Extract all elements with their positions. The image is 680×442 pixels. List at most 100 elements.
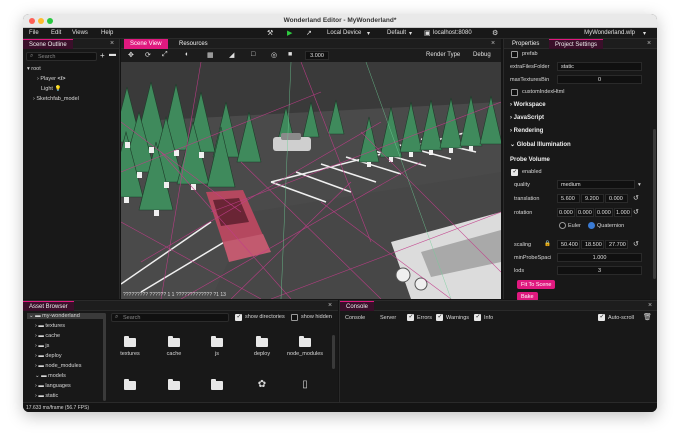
- render-type-select[interactable]: Render Type: [426, 52, 460, 58]
- translation-z-input[interactable]: 0.000: [605, 194, 628, 203]
- remove-object-icon[interactable]: ▬: [109, 51, 116, 58]
- properties-scrollbar[interactable]: [653, 129, 656, 279]
- add-object-icon[interactable]: +: [100, 51, 105, 60]
- zoom-input[interactable]: 3.000: [305, 51, 329, 60]
- asset-search-input[interactable]: ⌕ Search: [111, 313, 229, 322]
- max-textures-input[interactable]: 0: [557, 75, 642, 84]
- camera-view-icon[interactable]: ◎: [271, 51, 277, 59]
- trash-icon[interactable]: 🗑: [643, 313, 652, 321]
- open-external-icon[interactable]: ↗: [306, 29, 312, 37]
- close-icon[interactable]: ×: [491, 40, 495, 47]
- play-icon[interactable]: ▶: [287, 29, 292, 37]
- device-chevron-icon[interactable]: ▾: [367, 30, 370, 37]
- asset-tree-scrollbar[interactable]: [103, 313, 106, 401]
- asset-folder-cache[interactable]: cache: [154, 336, 194, 357]
- globe-icon[interactable]: ◐: [185, 51, 189, 58]
- info-checkbox[interactable]: [474, 313, 481, 321]
- console-subtab-server[interactable]: Server: [380, 315, 396, 321]
- min-probe-spacing-input[interactable]: 1.000: [557, 253, 642, 262]
- quality-chevron-icon[interactable]: ▾: [638, 182, 641, 188]
- fit-to-scene-button[interactable]: Fit To Scene: [517, 280, 556, 289]
- translation-y-input[interactable]: 9.200: [581, 194, 604, 203]
- scaling-z-input[interactable]: 27.700: [605, 240, 628, 249]
- rotation-y-input[interactable]: 0.000: [576, 208, 594, 217]
- tab-scene-outline[interactable]: Scene Outline: [23, 39, 73, 49]
- show-directories-checkbox[interactable]: [235, 313, 242, 321]
- tab-console[interactable]: Console: [340, 301, 375, 311]
- menu-views[interactable]: Views: [72, 30, 88, 36]
- tab-asset-browser[interactable]: Asset Browser: [23, 301, 74, 311]
- project-chevron-icon[interactable]: ▾: [643, 30, 646, 37]
- tab-scene-view[interactable]: Scene View: [124, 39, 168, 49]
- asset-tree-js[interactable]: › ▬ js: [35, 343, 49, 349]
- section-rendering[interactable]: › Rendering: [510, 128, 543, 134]
- close-icon[interactable]: ×: [328, 302, 332, 309]
- section-javascript[interactable]: › JavaScript: [510, 115, 544, 121]
- asset-tree-node-modules[interactable]: › ▬ node_modules: [35, 363, 82, 369]
- reset-rotation-icon[interactable]: ↺: [633, 208, 639, 216]
- menu-help[interactable]: Help: [101, 30, 113, 36]
- asset-folder-deploy[interactable]: deploy: [242, 336, 282, 357]
- asset-grid-scrollbar[interactable]: [332, 335, 335, 369]
- tree-item-sketchfab-model[interactable]: › Sketchfab_model: [33, 96, 79, 102]
- asset-file-item[interactable]: ✿: [242, 379, 282, 390]
- snap-icon[interactable]: ◢: [229, 51, 234, 59]
- tab-properties[interactable]: Properties: [506, 39, 545, 49]
- close-icon[interactable]: ×: [647, 40, 651, 47]
- device-select[interactable]: Local Device: [327, 30, 361, 36]
- errors-checkbox[interactable]: [407, 313, 414, 321]
- tree-item-light[interactable]: Light 💡: [41, 86, 61, 92]
- console-subtab-console[interactable]: Console: [345, 315, 365, 321]
- menu-edit[interactable]: Edit: [51, 30, 61, 36]
- rotate-tool-icon[interactable]: ⟳: [145, 51, 151, 59]
- extra-files-folder-input[interactable]: static: [557, 62, 642, 71]
- build-hammer-icon[interactable]: ⚒: [267, 29, 273, 37]
- settings-gear-icon[interactable]: ⚙: [492, 29, 498, 37]
- asset-folder-node-modules[interactable]: node_modules: [285, 336, 325, 357]
- euler-radio[interactable]: [559, 222, 566, 229]
- scaling-y-input[interactable]: 18.500: [581, 240, 604, 249]
- asset-folder-js[interactable]: js: [197, 336, 237, 357]
- video-camera-icon[interactable]: ■: [288, 51, 292, 58]
- tab-project-settings[interactable]: Project Settings: [549, 39, 604, 49]
- rotation-w-input[interactable]: 1.000: [614, 208, 632, 217]
- probe-enabled-checkbox[interactable]: [511, 168, 518, 176]
- custom-index-checkbox[interactable]: [511, 89, 518, 96]
- warnings-checkbox[interactable]: [436, 313, 443, 321]
- asset-folder-item[interactable]: [154, 379, 194, 394]
- asset-tree-models[interactable]: ⌄ ▬ models: [35, 373, 66, 379]
- reset-scaling-icon[interactable]: ↺: [633, 240, 639, 248]
- reset-translation-icon[interactable]: ↺: [633, 194, 639, 202]
- translation-x-input[interactable]: 5.600: [557, 194, 580, 203]
- preset-chevron-icon[interactable]: ▾: [409, 30, 412, 37]
- section-global-illumination[interactable]: ⌄ Global Illumination: [510, 141, 571, 148]
- debug-toggle[interactable]: Debug: [473, 52, 491, 58]
- asset-tree-textures[interactable]: › ▬ textures: [35, 323, 65, 329]
- scene-search-input[interactable]: ⌕ Search: [26, 52, 97, 61]
- move-tool-icon[interactable]: ✥: [128, 51, 134, 59]
- asset-tree-languages[interactable]: › ▬ languages: [35, 383, 71, 389]
- asset-folder-textures[interactable]: textures: [110, 336, 150, 357]
- asset-folder-item[interactable]: [110, 379, 150, 394]
- lock-icon[interactable]: 🔒: [544, 241, 551, 247]
- close-icon[interactable]: ×: [648, 302, 652, 309]
- frame-icon[interactable]: □: [251, 51, 255, 58]
- tree-item-player[interactable]: › Player </>: [37, 76, 65, 82]
- rotation-x-input[interactable]: 0.000: [557, 208, 575, 217]
- scene-viewport-canvas[interactable]: ????????? ?????? 1 1 ????????????? ?1 13: [121, 62, 501, 299]
- prefab-checkbox[interactable]: [511, 51, 518, 58]
- asset-file-item[interactable]: ▯: [285, 379, 325, 390]
- quality-select[interactable]: medium: [557, 180, 635, 189]
- scaling-x-input[interactable]: 50.400: [557, 240, 580, 249]
- autoscroll-checkbox[interactable]: [598, 313, 605, 321]
- grid-icon[interactable]: ▦: [207, 51, 214, 59]
- section-workspace[interactable]: › Workspace: [510, 102, 546, 108]
- quaternion-radio[interactable]: [588, 222, 595, 229]
- asset-tree-cache[interactable]: › ▬ cache: [35, 333, 60, 339]
- tree-item-root[interactable]: ▾ root: [27, 66, 41, 72]
- close-icon[interactable]: ×: [110, 40, 114, 47]
- asset-tree-static[interactable]: › ▬ static: [35, 393, 58, 399]
- asset-folder-item[interactable]: [197, 379, 237, 394]
- server-address[interactable]: localhost:8080: [433, 30, 472, 36]
- scale-tool-icon[interactable]: ⤢: [162, 51, 168, 59]
